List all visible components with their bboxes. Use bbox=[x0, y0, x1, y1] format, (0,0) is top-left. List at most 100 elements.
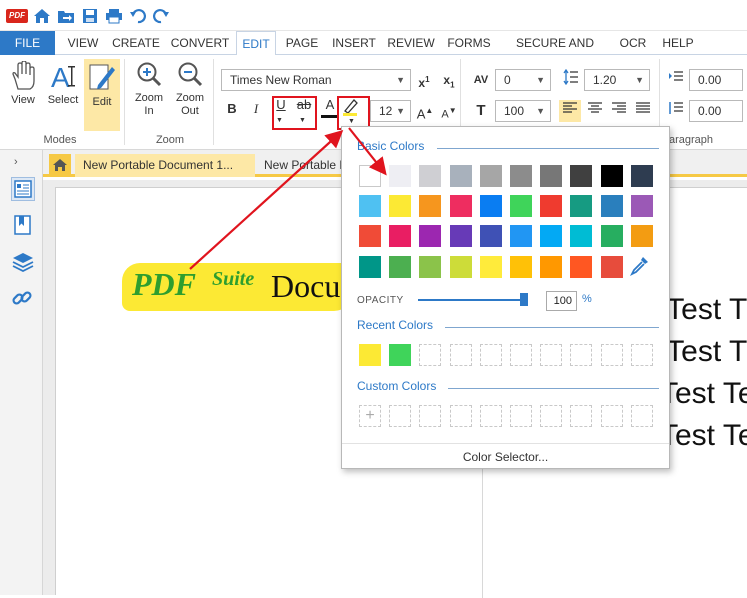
tab-forms[interactable]: FORMS bbox=[444, 31, 494, 55]
basic-color-swatch[interactable] bbox=[480, 256, 502, 278]
basic-color-swatch[interactable] bbox=[450, 195, 472, 217]
basic-color-swatch[interactable] bbox=[359, 195, 381, 217]
font-size-select[interactable]: 12 ▼ bbox=[370, 100, 411, 122]
shrink-font-icon[interactable]: A▼ bbox=[438, 100, 460, 122]
empty-custom-slot bbox=[389, 405, 411, 427]
basic-color-swatch[interactable] bbox=[359, 165, 381, 187]
opacity-slider-thumb[interactable] bbox=[520, 293, 528, 306]
bookmark-icon[interactable] bbox=[11, 214, 35, 238]
basic-color-swatch[interactable] bbox=[601, 225, 623, 247]
tab-create[interactable]: CREATE bbox=[110, 31, 162, 55]
eyedropper-icon[interactable] bbox=[628, 255, 650, 277]
basic-color-swatch[interactable] bbox=[389, 165, 411, 187]
recent-color-swatch[interactable] bbox=[389, 344, 411, 366]
text-scale-select[interactable]: 100 ▼ bbox=[495, 100, 551, 122]
bold-button[interactable]: B bbox=[221, 98, 243, 120]
basic-color-swatch[interactable] bbox=[480, 195, 502, 217]
align-right-button[interactable] bbox=[608, 100, 630, 122]
tab-ocr[interactable]: OCR bbox=[615, 31, 651, 55]
basic-color-swatch[interactable] bbox=[540, 256, 562, 278]
italic-button[interactable]: I bbox=[245, 98, 267, 120]
opacity-slider-track[interactable] bbox=[418, 299, 526, 301]
zoom-out-button[interactable]: Zoom Out bbox=[172, 61, 208, 125]
pages-thumbnail-icon[interactable] bbox=[11, 177, 35, 201]
basic-color-swatch[interactable] bbox=[419, 195, 441, 217]
undo-icon[interactable] bbox=[128, 6, 148, 26]
basic-color-swatch[interactable] bbox=[601, 165, 623, 187]
basic-color-swatch[interactable] bbox=[570, 195, 592, 217]
open-folder-icon[interactable] bbox=[56, 6, 76, 26]
basic-color-swatch[interactable] bbox=[570, 225, 592, 247]
tab-edit[interactable]: EDIT bbox=[236, 31, 276, 56]
tab-insert[interactable]: INSERT bbox=[330, 31, 378, 55]
basic-color-swatch[interactable] bbox=[601, 256, 623, 278]
basic-color-swatch[interactable] bbox=[570, 256, 592, 278]
indent-icon bbox=[665, 69, 687, 91]
basic-color-swatch[interactable] bbox=[510, 256, 532, 278]
link-icon[interactable] bbox=[11, 287, 35, 311]
basic-color-swatch[interactable] bbox=[419, 165, 441, 187]
basic-color-swatch[interactable] bbox=[359, 225, 381, 247]
basic-color-swatch[interactable] bbox=[510, 195, 532, 217]
edit-mode-button[interactable]: Edit bbox=[84, 59, 120, 131]
basic-color-swatch[interactable] bbox=[510, 225, 532, 247]
basic-color-swatch[interactable] bbox=[540, 195, 562, 217]
basic-color-swatch[interactable] bbox=[450, 225, 472, 247]
basic-color-swatch[interactable] bbox=[540, 225, 562, 247]
font-family-select[interactable]: Times New Roman ▼ bbox=[221, 69, 411, 91]
char-spacing-select[interactable]: 0 ▼ bbox=[495, 69, 551, 91]
tab-secure-and-sign[interactable]: SECURE AND SIGN bbox=[502, 31, 608, 74]
basic-color-swatch[interactable] bbox=[450, 165, 472, 187]
tab-page[interactable]: PAGE bbox=[281, 31, 323, 55]
text-select-icon: A bbox=[51, 62, 75, 93]
basic-color-swatch[interactable] bbox=[570, 165, 592, 187]
basic-color-swatch[interactable] bbox=[601, 195, 623, 217]
empty-recent-slot bbox=[601, 344, 623, 366]
tab-help[interactable]: HELP bbox=[658, 31, 698, 55]
basic-color-swatch[interactable] bbox=[419, 225, 441, 247]
home-tab[interactable] bbox=[49, 154, 71, 177]
basic-color-swatch[interactable] bbox=[480, 165, 502, 187]
basic-color-swatch[interactable] bbox=[389, 225, 411, 247]
document-tab[interactable]: New Portable D bbox=[256, 154, 346, 177]
opacity-input[interactable]: 100 bbox=[546, 291, 577, 311]
basic-color-swatch[interactable] bbox=[389, 195, 411, 217]
tab-convert[interactable]: CONVERT bbox=[168, 31, 232, 55]
annotation-highlight-box bbox=[272, 96, 317, 130]
justify-button[interactable] bbox=[632, 100, 654, 122]
basic-color-swatch[interactable] bbox=[389, 256, 411, 278]
basic-color-swatch[interactable] bbox=[359, 256, 381, 278]
redo-icon[interactable] bbox=[151, 6, 171, 26]
home-icon[interactable] bbox=[32, 6, 52, 26]
basic-color-swatch[interactable] bbox=[510, 165, 532, 187]
select-mode-button[interactable]: A Select bbox=[45, 61, 81, 123]
color-selector-button[interactable]: Color Selector... bbox=[342, 443, 669, 469]
align-left-button[interactable] bbox=[559, 100, 581, 122]
grow-font-icon[interactable]: A▲ bbox=[414, 100, 436, 122]
expand-panel-icon[interactable]: › bbox=[14, 156, 18, 168]
basic-color-swatch[interactable] bbox=[631, 165, 653, 187]
zoom-in-button[interactable]: Zoom In bbox=[131, 61, 167, 125]
print-icon[interactable] bbox=[104, 6, 124, 26]
document-tab-active[interactable]: New Portable Document 1... bbox=[75, 154, 255, 177]
basic-color-swatch[interactable] bbox=[419, 256, 441, 278]
basic-color-swatch[interactable] bbox=[480, 225, 502, 247]
align-center-button[interactable] bbox=[584, 100, 606, 122]
view-mode-button[interactable]: View bbox=[6, 60, 40, 123]
recent-color-swatch[interactable] bbox=[359, 344, 381, 366]
tab-review[interactable]: REVIEW bbox=[386, 31, 436, 55]
tab-file[interactable]: FILE bbox=[0, 31, 55, 55]
add-custom-color-button[interactable]: + bbox=[359, 405, 381, 427]
layers-icon[interactable] bbox=[11, 250, 35, 274]
superscript-icon[interactable]: x1 bbox=[413, 69, 435, 91]
tab-view[interactable]: VIEW bbox=[62, 31, 104, 55]
save-icon[interactable] bbox=[80, 6, 100, 26]
basic-color-swatch[interactable] bbox=[631, 225, 653, 247]
indent-input-2[interactable]: 0.00 bbox=[689, 100, 743, 122]
subscript-icon[interactable]: x1 bbox=[438, 69, 460, 91]
basic-color-swatch[interactable] bbox=[631, 195, 653, 217]
basic-color-swatch[interactable] bbox=[450, 256, 472, 278]
basic-color-swatch[interactable] bbox=[540, 165, 562, 187]
line-spacing-select[interactable]: 1.20 ▼ bbox=[584, 69, 650, 91]
indent-input-1[interactable]: 0.00 bbox=[689, 69, 743, 91]
